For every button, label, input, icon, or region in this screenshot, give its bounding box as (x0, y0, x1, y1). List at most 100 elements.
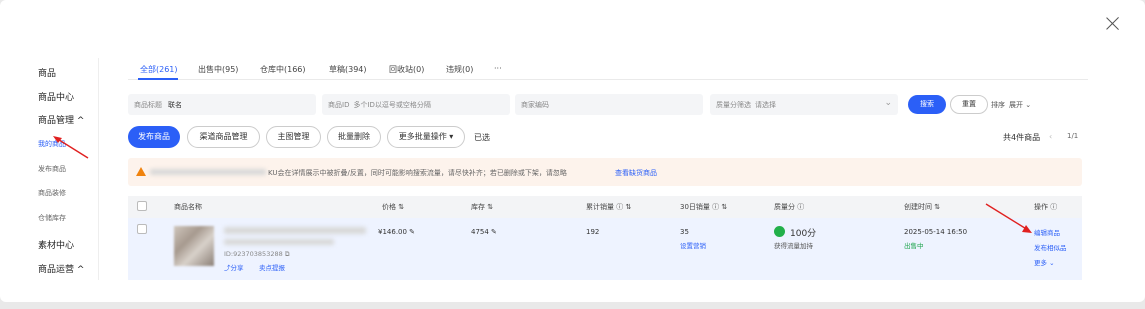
tab-recycle-bin[interactable]: 回收站(0) (389, 64, 424, 75)
sidebar-item-publish-goods[interactable]: 发布商品 (38, 164, 66, 174)
quality-filter-select[interactable]: 质量分筛选 请选择 ⌄ (710, 94, 898, 115)
merchant-code-placeholder: 商家编码 (521, 101, 549, 109)
close-icon[interactable] (1103, 14, 1123, 34)
row-checkbox[interactable] (137, 224, 147, 234)
copy-icon[interactable]: ⧉ (283, 250, 290, 258)
col-actions-label: 操作 (1034, 203, 1048, 211)
sidebar-item-goods[interactable]: 商品 (38, 66, 56, 79)
share-link[interactable]: ⤴分享 (224, 262, 244, 272)
price-cell: ¥146.00 ✎ (378, 228, 415, 236)
tab-drafts[interactable]: 草稿(394) (329, 64, 367, 75)
tab-all[interactable]: 全部(261) (140, 64, 178, 75)
created-time: 2025-05-14 16:50 (904, 228, 968, 236)
search-button[interactable]: 搜索 (908, 95, 946, 114)
expand-toggle[interactable]: 展开 ⌄ (1009, 100, 1031, 110)
product-thumbnail[interactable] (174, 226, 214, 266)
sidebar-item-goods-center[interactable]: 商品中心 (38, 90, 74, 103)
product-list-dialog: 商品 商品中心 商品管理 ^ 我的商品 发布商品 商品装修 仓储库存 素材中心 … (0, 0, 1145, 302)
main-image-button[interactable]: 主图管理 (266, 126, 321, 148)
col-sales-30d[interactable]: 30日销量 ⓘ ⇅ (680, 202, 727, 212)
edit-goods-link[interactable]: 编辑商品 (1034, 227, 1060, 237)
sort-label: 排序 (991, 101, 1005, 109)
sell-point-link[interactable]: 卖点提报 (259, 262, 285, 272)
more-batch-label: 更多批量操作 (398, 132, 447, 141)
view-out-of-stock-link[interactable]: 查看缺货商品 (615, 168, 657, 178)
more-actions-link[interactable]: 更多 ⌄ (1034, 257, 1055, 267)
tab-violations[interactable]: 违规(0) (446, 64, 473, 75)
col-created[interactable]: 创建时间 ⇅ (904, 202, 940, 212)
tab-in-warehouse[interactable]: 仓库中(166) (260, 64, 306, 75)
sidebar-item-goods-decoration[interactable]: 商品装修 (38, 188, 66, 198)
help-icon: ⓘ (795, 203, 805, 211)
title-filter-field[interactable]: 商品标题 联名 (128, 94, 316, 115)
sidebar-item-goods-management[interactable]: 商品管理 ^ (38, 113, 84, 126)
reset-button[interactable]: 重置 (950, 95, 988, 114)
table-header: 商品名称 价格 ⇅ 库存 ⇅ 累计销量 ⓘ ⇅ 30日销量 ⓘ ⇅ 质量分 ⓘ … (128, 196, 1082, 218)
sort-icon: ⇅ (396, 203, 405, 211)
sidebar-item-material-center[interactable]: 素材中心 (38, 238, 74, 251)
product-id: ID:923703853288 ⧉ (224, 250, 289, 259)
col-quality: 质量分 ⓘ (774, 202, 804, 212)
col-price-label: 价格 (382, 203, 396, 211)
col-sales-30d-label: 30日销量 (680, 203, 710, 211)
help-icon: ⓘ (614, 203, 624, 211)
active-tab-indicator (138, 78, 178, 80)
publish-similar-link[interactable]: 发布相似品 (1034, 242, 1067, 252)
col-stock-label: 库存 (471, 203, 485, 211)
redacted-text (150, 169, 266, 175)
sort-icon: ⇅ (932, 203, 941, 211)
sort-icon: ⇅ (623, 203, 632, 211)
set-marketing-link[interactable]: 设置营销 (680, 240, 706, 250)
status-tabs: 全部(261) 出售中(95) 仓库中(166) 草稿(394) 回收站(0) … (128, 58, 1088, 80)
more-actions-label: 更多 (1034, 259, 1047, 267)
edit-icon[interactable]: ✎ (407, 228, 415, 236)
sidebar-item-inventory[interactable]: 仓储库存 (38, 213, 66, 223)
share-label: 分享 (230, 264, 244, 272)
prev-page-icon[interactable]: ‹ (1049, 132, 1052, 141)
quality-filter-label: 质量分筛选 (716, 101, 751, 109)
quality-filter-placeholder: 请选择 (755, 101, 776, 109)
more-batch-actions-button[interactable]: 更多批量操作 ▾ (387, 126, 465, 148)
stock-value: 4754 (471, 228, 489, 236)
col-goods-name: 商品名称 (174, 203, 202, 211)
col-price[interactable]: 价格 ⇅ (382, 202, 404, 212)
sidebar-item-my-goods[interactable]: 我的商品 (38, 139, 66, 149)
title-filter-label: 商品标题 (134, 101, 162, 109)
product-id-text: ID:923703853288 (224, 250, 283, 258)
notice-text: KU会在详情展示中被折叠/反置，同时可能影响搜索流量，请尽快补齐；若已删除或下架… (268, 169, 567, 177)
merchant-code-field[interactable]: 商家编码 (515, 94, 703, 115)
batch-delete-button[interactable]: 批量删除 (327, 126, 381, 148)
quality-note: 获得流量加持 (774, 242, 813, 250)
sidebar-item-goods-operation[interactable]: 商品运营 ^ (38, 262, 84, 275)
col-total-sales[interactable]: 累计销量 ⓘ ⇅ (586, 202, 631, 212)
more-tabs-icon[interactable]: ··· (494, 64, 502, 73)
caret-down-icon: ▾ (446, 132, 454, 141)
warning-icon (136, 167, 146, 176)
col-stock[interactable]: 库存 ⇅ (471, 202, 493, 212)
product-title-redacted[interactable] (224, 227, 366, 234)
col-created-label: 创建时间 (904, 203, 932, 211)
chevron-down-icon: ⌄ (1023, 101, 1032, 109)
title-filter-value: 联名 (168, 101, 182, 109)
id-filter-placeholder: 多个ID以逗号或空格分隔 (353, 101, 431, 109)
stock-notice-banner: KU会在详情展示中被折叠/反置，同时可能影响搜索流量，请尽快补齐；若已删除或下架… (128, 158, 1082, 186)
tab-on-sale[interactable]: 出售中(95) (198, 64, 238, 75)
publish-goods-button[interactable]: 发布商品 (128, 126, 180, 148)
id-filter-field[interactable]: 商品ID 多个ID以逗号或空格分隔 (322, 94, 510, 115)
chevron-down-icon: ⌄ (1047, 259, 1055, 267)
col-quality-label: 质量分 (774, 203, 795, 211)
page-indicator: 1/1 (1067, 132, 1079, 140)
help-icon: ⓘ (709, 203, 720, 211)
edit-icon[interactable]: ✎ (489, 228, 497, 236)
select-all-checkbox[interactable] (137, 201, 147, 211)
sort-icon: ⇅ (719, 203, 728, 211)
expand-label: 展开 (1009, 101, 1023, 109)
chevron-down-icon: ⌄ (884, 98, 892, 108)
id-filter-label: 商品ID (328, 101, 350, 109)
total-sales-value: 192 (586, 228, 600, 236)
sort-icon: ⇅ (485, 203, 494, 211)
quality-check-icon (774, 226, 785, 237)
sales-30d-value: 35 (680, 228, 689, 236)
status-badge: 出售中 (904, 242, 924, 250)
channel-goods-button[interactable]: 渠道商品管理 (187, 126, 260, 148)
